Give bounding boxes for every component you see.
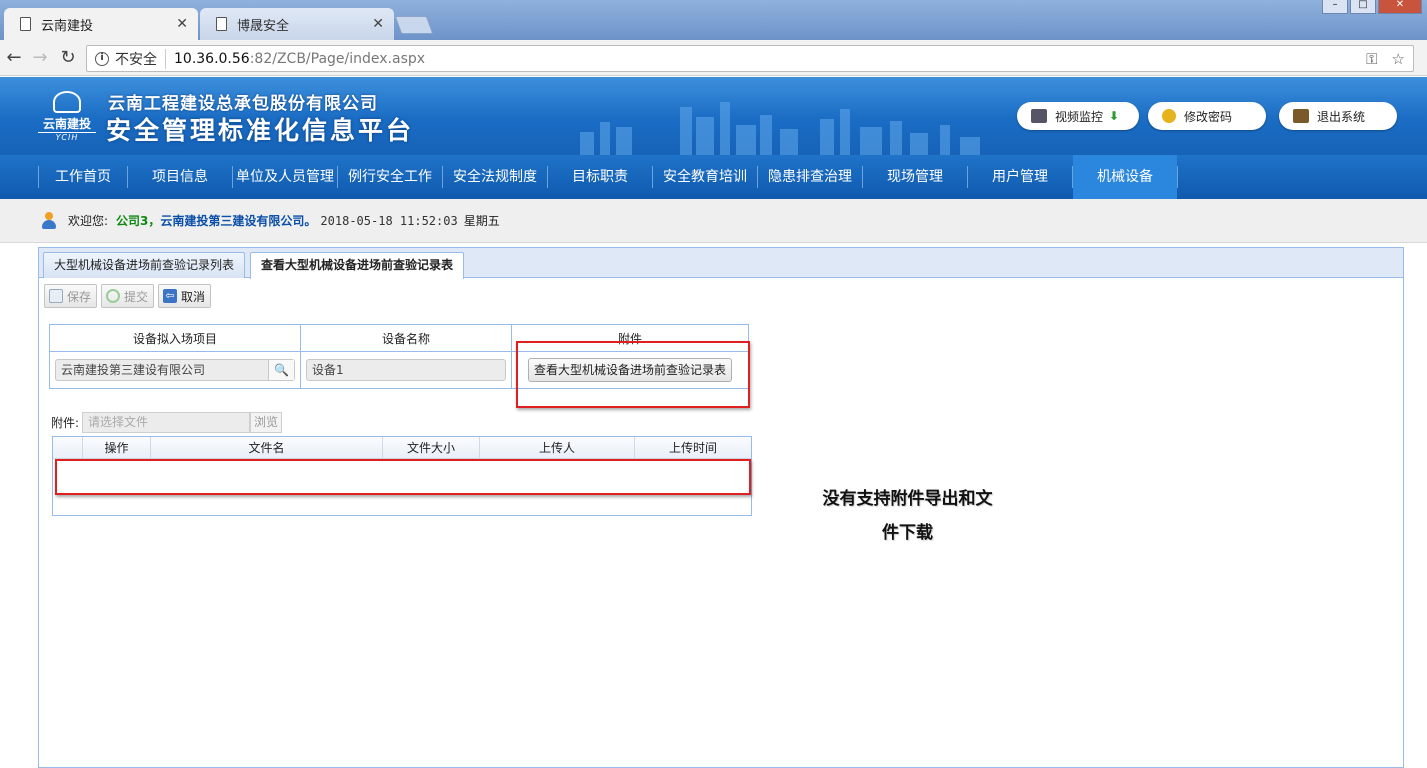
annotation-line-2: 件下载	[882, 523, 933, 543]
grid-col-uploader[interactable]: 上传人	[480, 437, 635, 458]
content-panel: 大型机械设备进场前查验记录列表 查看大型机械设备进场前查验记录表 保存 提交 ⇦…	[38, 247, 1404, 768]
browse-button[interactable]: 浏览	[250, 412, 283, 433]
close-icon[interactable]: ✕	[372, 16, 384, 32]
refresh-icon	[106, 289, 121, 303]
cancel-button[interactable]: ⇦ 取消	[158, 284, 212, 308]
star-icon[interactable]: ☆	[1392, 50, 1405, 68]
file-input[interactable]: 请选择文件	[82, 412, 251, 433]
grid-col-filesize[interactable]: 文件大小	[383, 437, 480, 458]
header-equipment-name: 设备名称	[300, 324, 512, 352]
submit-label: 提交	[124, 289, 149, 304]
header-project: 设备拟入场项目	[49, 324, 301, 352]
logout-button[interactable]: 退出系统	[1279, 102, 1397, 130]
grid-col-uploadtime[interactable]: 上传时间	[635, 437, 751, 458]
logo-eng: YCIH	[38, 132, 96, 142]
panel-tabs: 大型机械设备进场前查验记录列表 查看大型机械设备进场前查验记录表	[39, 248, 1403, 279]
url-path: :82/ZCB/Page/index.aspx	[249, 50, 426, 67]
change-password-label: 修改密码	[1184, 109, 1233, 124]
exit-door-icon	[1293, 109, 1309, 123]
forward-arrow-icon[interactable]: →	[30, 48, 50, 68]
search-icon[interactable]: 🔍	[268, 360, 294, 380]
download-arrow-icon: ⬇	[1109, 109, 1120, 123]
user-icon	[42, 211, 56, 230]
camera-icon	[1031, 109, 1047, 123]
change-password-button[interactable]: 修改密码	[1148, 102, 1266, 130]
document-icon	[216, 17, 227, 31]
video-monitor-button[interactable]: 视频监控 ⬇	[1017, 102, 1139, 130]
menu-item-objectives[interactable]: 目标职责	[548, 155, 652, 199]
window-close-button[interactable]: ✕	[1378, 0, 1422, 14]
project-field[interactable]: 云南建投第三建设有限公司 🔍	[55, 359, 295, 381]
browser-tabstrip: 云南建投 ✕ 博晟安全 ✕ – □ ✕	[0, 0, 1427, 40]
user-name: 公司3，	[116, 214, 161, 228]
browser-tab-inactive[interactable]: 博晟安全 ✕	[200, 8, 394, 40]
annotation-line-1: 没有支持附件导出和文	[822, 489, 993, 509]
menu-item-units-personnel[interactable]: 单位及人员管理	[233, 155, 337, 199]
browser-tab-active[interactable]: 云南建投 ✕	[4, 8, 198, 40]
submit-button[interactable]: 提交	[101, 284, 155, 308]
project-value: 云南建投第三建设有限公司	[61, 363, 206, 377]
menu-item-home[interactable]: 工作首页	[39, 155, 127, 199]
menu-item-hazard[interactable]: 隐患排查治理	[758, 155, 862, 199]
logout-label: 退出系统	[1317, 109, 1366, 124]
main-menu: 工作首页 项目信息 单位及人员管理 例行安全工作 安全法规制度 目标职责 安全教…	[0, 155, 1427, 199]
back-icon: ⇦	[163, 289, 178, 303]
grid-header: 操作 文件名 文件大小 上传人 上传时间	[53, 437, 751, 459]
grid-col-filename[interactable]: 文件名	[151, 437, 383, 458]
browser-toolbar: ← → ↻ i 不安全 10.36.0.56 :82/ZCB/Page/inde…	[0, 40, 1427, 76]
annotation-box-attachment	[516, 341, 750, 408]
key-icon	[1162, 109, 1176, 123]
platform-title: 安全管理标准化信息平台	[106, 116, 415, 145]
menu-item-training[interactable]: 安全教育培训	[653, 155, 757, 199]
security-label[interactable]: 不安全	[115, 48, 166, 69]
minimize-button[interactable]: –	[1322, 0, 1348, 14]
city-skyline-image	[580, 102, 980, 155]
url-host: 10.36.0.56	[174, 50, 250, 67]
new-tab-button[interactable]	[394, 16, 434, 34]
grid-col-rownum	[53, 437, 83, 458]
key-icon[interactable]: ⚿	[1366, 50, 1377, 68]
current-datetime: 2018-05-18 11:52:03	[320, 213, 458, 228]
annotation-box-grid	[55, 459, 751, 495]
equipment-name-field[interactable]: 设备1	[306, 359, 506, 381]
company-logo: 云南建投 YCIH	[38, 91, 96, 142]
tab-record-list[interactable]: 大型机械设备进场前查验记录列表	[43, 252, 246, 278]
menu-item-routine-safety[interactable]: 例行安全工作	[338, 155, 442, 199]
menu-item-site[interactable]: 现场管理	[863, 155, 967, 199]
reload-icon[interactable]: ↻	[58, 48, 78, 68]
document-icon	[20, 17, 31, 31]
logo-emblem-icon	[53, 91, 81, 113]
app-banner: 云南建投 YCIH 云南工程建设总承包股份有限公司 安全管理标准化信息平台 视频…	[0, 77, 1427, 155]
video-monitor-label: 视频监控	[1055, 109, 1104, 124]
menu-item-regulations[interactable]: 安全法规制度	[443, 155, 547, 199]
info-icon[interactable]: i	[95, 51, 109, 66]
save-label: 保存	[67, 289, 92, 304]
browser-tab-title: 博晟安全	[237, 18, 290, 34]
attachment-label: 附件:	[51, 416, 80, 430]
disk-icon	[49, 289, 63, 303]
browser-tab-title: 云南建投	[41, 18, 94, 34]
maximize-button[interactable]: □	[1350, 0, 1376, 14]
cancel-label: 取消	[181, 289, 206, 304]
address-bar[interactable]: i 不安全 10.36.0.56 :82/ZCB/Page/index.aspx…	[86, 45, 1414, 72]
close-icon[interactable]: ✕	[176, 16, 188, 32]
greeting-text: 欢迎您:	[68, 214, 109, 228]
equipment-name-value: 设备1	[312, 363, 344, 377]
user-org: 云南建投第三建设有限公司。	[160, 214, 317, 228]
menu-item-machinery[interactable]: 机械设备	[1073, 155, 1177, 199]
form-toolbar: 保存 提交 ⇦ 取消	[44, 284, 212, 308]
back-arrow-icon[interactable]: ←	[4, 48, 24, 68]
annotation-note: 没有支持附件导出和文 件下载	[800, 482, 1015, 550]
current-weekday: 星期五	[463, 214, 500, 228]
grid-col-actions[interactable]: 操作	[83, 437, 151, 458]
tab-view-record[interactable]: 查看大型机械设备进场前查验记录表	[250, 252, 465, 279]
menu-item-project[interactable]: 项目信息	[128, 155, 232, 199]
menu-item-users[interactable]: 用户管理	[968, 155, 1072, 199]
logo-abbr: 云南建投	[42, 117, 91, 131]
attachment-upload-row: 附件: 请选择文件 浏览	[51, 412, 283, 433]
welcome-bar: 欢迎您: 公司3， 云南建投第三建设有限公司。 2018-05-18 11:52…	[0, 199, 1427, 243]
save-button[interactable]: 保存	[44, 284, 98, 308]
